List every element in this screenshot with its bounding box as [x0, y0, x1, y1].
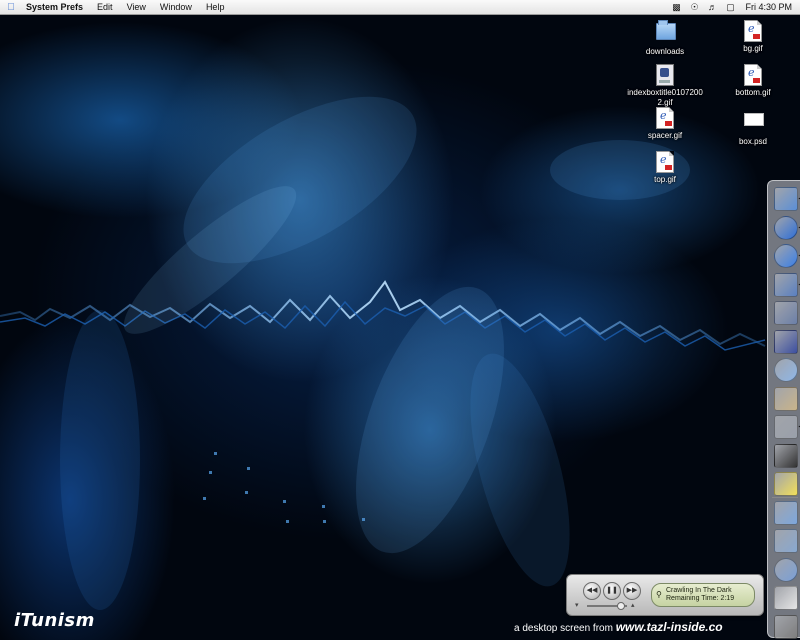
volume-low-icon: ▾	[575, 602, 579, 609]
stickies-icon[interactable]	[774, 472, 798, 496]
documents-folder-icon[interactable]	[774, 529, 798, 553]
menu-help[interactable]: Help	[199, 2, 232, 12]
gif-document-icon: e	[744, 64, 762, 86]
desktop-icon-bg-gif[interactable]: e bg.gif	[708, 20, 798, 54]
dock: ◀ ◀ ◀ ◀ ◀	[767, 180, 800, 639]
folder-icon	[656, 20, 676, 40]
track-title: Crawling In The Dark	[666, 587, 732, 594]
desktop-icon-label: top.gif	[654, 175, 676, 184]
menu-extras: ▩ ☉ ♬ ▢ Fri 4:30 PM	[667, 0, 800, 14]
gif-document-icon: e	[656, 151, 674, 173]
globe-icon[interactable]: ◀	[774, 244, 800, 268]
document-stack-icon[interactable]	[774, 586, 798, 610]
menu-edit[interactable]: Edit	[90, 2, 120, 12]
itunes-status-display[interactable]: ⚲ Crawling In The Dark Remaining Time: 2…	[651, 583, 755, 607]
itunes-icon[interactable]	[774, 358, 798, 382]
volume-high-icon: ▴	[631, 602, 635, 609]
system-preferences-icon[interactable]: ◀	[774, 415, 800, 439]
wifi-icon[interactable]: ☉	[685, 2, 703, 13]
menu-view[interactable]: View	[120, 2, 153, 12]
volume-icon[interactable]: ♬	[703, 2, 721, 12]
desktop-icon-downloads[interactable]: downloads	[620, 20, 710, 57]
gif-document-icon: e	[656, 107, 674, 129]
desktop-icon-label: bottom.gif	[735, 88, 771, 97]
mail-icon[interactable]	[774, 301, 798, 325]
desktop-icon-label: downloads	[645, 47, 685, 56]
volume-slider[interactable]	[587, 602, 627, 610]
search-icon[interactable]: ⚲	[656, 591, 662, 599]
applications-folder-icon[interactable]	[774, 500, 798, 525]
screen-icon[interactable]: ▩	[667, 2, 685, 13]
desktop-icon-spacer-gif[interactable]: e spacer.gif	[620, 107, 710, 141]
remaining-time: Remaining Time: 2:19	[666, 595, 735, 602]
desktop-icon-label: bg.gif	[743, 44, 763, 53]
desktop-icon-box-psd[interactable]: box.psd	[708, 107, 798, 147]
gif-document-icon: e	[744, 20, 762, 42]
next-track-button[interactable]: ▶▶	[623, 582, 641, 600]
previous-track-button[interactable]: ◀◀	[583, 582, 601, 600]
credit-text: a desktop screen from www.tazl-inside.co	[514, 620, 723, 634]
display-icon[interactable]: ▢	[721, 2, 739, 13]
desktop-icon-top-gif[interactable]: e top.gif	[620, 151, 710, 185]
trash-icon[interactable]	[774, 614, 798, 639]
ichat-icon[interactable]: ◀	[774, 272, 800, 297]
desktop-icon-bottom-gif[interactable]: e bottom.gif	[708, 64, 798, 98]
itunism-logo: iTunism	[14, 610, 95, 631]
internet-explorer-icon[interactable]: ◀	[774, 215, 800, 240]
credit-prefix: a desktop screen from	[514, 623, 613, 634]
menu-app-name[interactable]: System Prefs	[22, 2, 90, 12]
dock-separator	[772, 497, 798, 498]
menu-window[interactable]: Window	[153, 2, 199, 12]
pause-button[interactable]: ❚❚	[603, 582, 621, 600]
menu-bar:  System Prefs Edit View Window Help ▩ ☉…	[0, 0, 800, 15]
finder-icon[interactable]: ◀	[774, 187, 800, 211]
apple-menu-icon[interactable]: 	[0, 2, 22, 13]
itunes-mini-controller: ◀◀ ❚❚ ▶▶ ▾ ▴ ⚲ Crawling In The Dark Rema…	[566, 574, 764, 616]
psd-document-icon	[744, 113, 764, 126]
address-book-icon[interactable]	[774, 386, 798, 411]
mac-os-x-icon[interactable]	[774, 557, 798, 582]
menu-clock[interactable]: Fri 4:30 PM	[739, 2, 800, 12]
desktop-icon-indexboxtitle[interactable]: indexboxtitle0107200 2.gif	[620, 64, 710, 108]
desktop-icon-label: box.psd	[738, 137, 768, 146]
terminal-icon[interactable]	[774, 443, 798, 468]
volume-slider-knob[interactable]	[617, 602, 625, 610]
credit-site: www.tazl-inside.co	[615, 620, 723, 634]
desktop-icon-label: indexboxtitle0107200 2.gif	[627, 88, 703, 107]
app-document-icon	[656, 64, 674, 86]
desktop-icon-label: spacer.gif	[647, 131, 683, 140]
bbedit-icon[interactable]	[774, 329, 798, 354]
